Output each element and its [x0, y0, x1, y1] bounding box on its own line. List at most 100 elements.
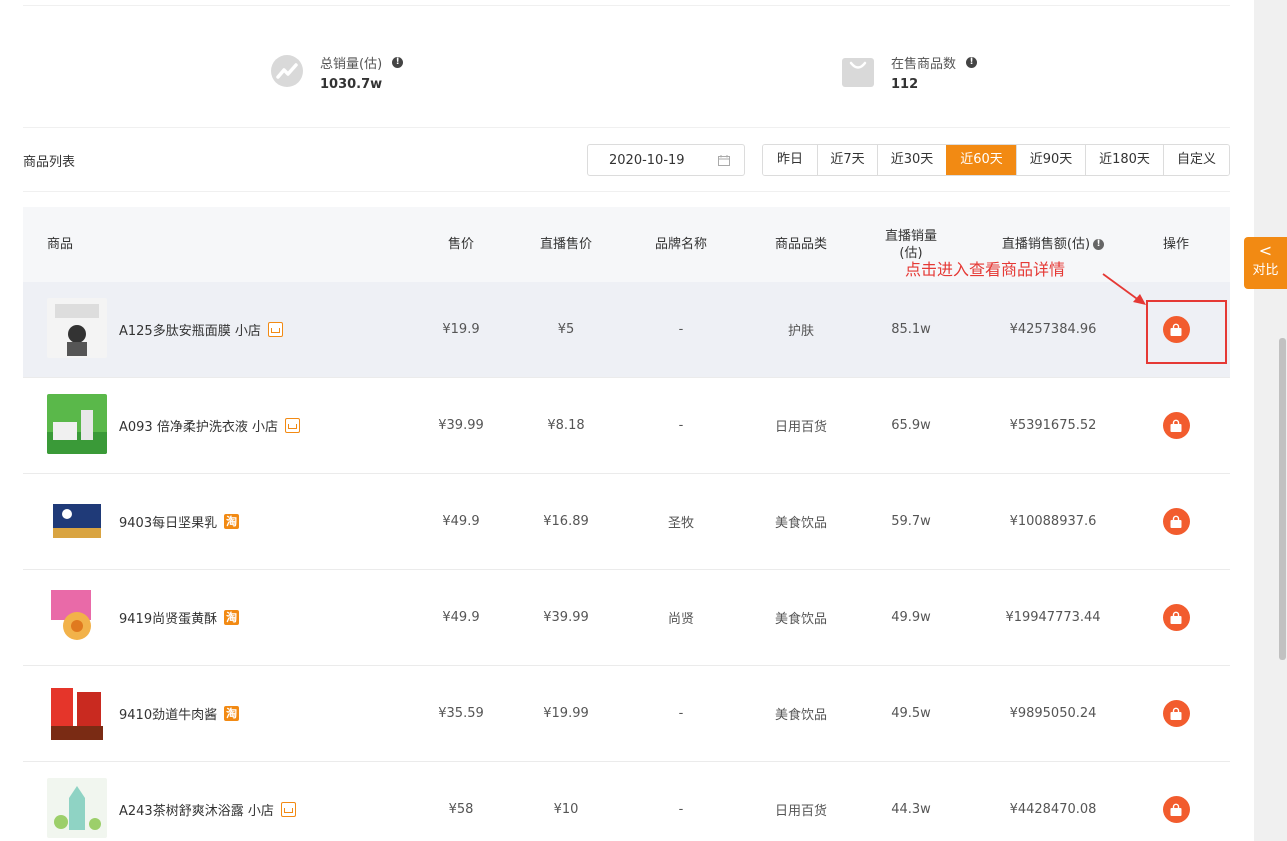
stat-value: 112	[891, 77, 919, 92]
cell-brand: -	[678, 706, 684, 721]
list-title: 商品列表	[23, 155, 76, 170]
product-image[interactable]	[47, 682, 107, 742]
cell-live-price: ¥8.18	[547, 418, 585, 433]
product-name-cell[interactable]: 9410劲道牛肉酱淘	[119, 666, 240, 761]
product-detail-button[interactable]	[1162, 796, 1190, 823]
cell-category: 日用百货	[774, 420, 827, 435]
table-body: A125多肽安瓶面膜 小店 ¥19.9 ¥5- 护肤 85.1w ¥4257384.96 A…	[23, 282, 1230, 841]
cell-live-revenue: ¥9895050.24	[1009, 706, 1097, 721]
shopping-bag-icon	[1170, 611, 1182, 624]
table-row[interactable]: 9410劲道牛肉酱淘 ¥35.59 ¥19.99 - 美食饮品 49.5w ¥9895050…	[23, 666, 1230, 762]
table-row[interactable]: 9419尚贤蛋黄酥淘 ¥49.9 ¥39.99 尚贤 美食饮品 49.9w ¥1994777…	[23, 570, 1230, 666]
product-image[interactable]	[47, 778, 107, 838]
shop-badge-icon	[267, 322, 283, 337]
cell-price: ¥49.9	[442, 610, 480, 625]
divider	[23, 191, 1230, 192]
annotation-highlight-box	[1146, 300, 1227, 364]
trend-icon	[271, 55, 303, 87]
cell-price: ¥19.9	[442, 322, 480, 337]
stat-label: 总销量(估)	[320, 56, 383, 72]
range-7-days[interactable]: 近7天	[817, 145, 877, 175]
cell-category: 美食饮品	[774, 516, 827, 531]
product-name[interactable]: 9403每日坚果乳	[119, 512, 217, 531]
cell-action	[1128, 666, 1224, 761]
col-action: 操作	[1162, 237, 1189, 252]
chevron-left-icon: <	[1258, 241, 1273, 260]
calendar-icon	[718, 154, 730, 166]
col-brand: 品牌名称	[654, 237, 707, 252]
date-range-selector: 昨日 近7天 近30天 近60天 近90天 近180天 自定义	[762, 144, 1230, 176]
stat-value: 1030.7w	[320, 77, 383, 92]
cell-live-revenue: ¥19947773.44	[1005, 610, 1101, 625]
cell-brand: -	[678, 802, 684, 817]
compare-tab-label: 对比	[1252, 263, 1279, 278]
shopping-bag-icon	[842, 58, 874, 87]
cell-price: ¥49.9	[442, 514, 480, 529]
stat-label: 在售商品数	[891, 56, 957, 72]
cell-action	[1128, 570, 1224, 665]
info-icon[interactable]: !	[392, 56, 404, 68]
cell-live-revenue: ¥5391675.52	[1009, 418, 1097, 433]
product-name[interactable]: A093 倍净柔护洗衣液 小店	[119, 416, 278, 435]
cell-live-price: ¥5	[557, 322, 575, 337]
date-picker[interactable]: 2020-10-19	[587, 144, 745, 176]
col-live-revenue-label: 直播销售额(估)	[1001, 237, 1091, 252]
range-60-days[interactable]: 近60天	[946, 145, 1016, 175]
cell-price: ¥35.59	[438, 706, 484, 721]
product-detail-button[interactable]	[1162, 508, 1190, 535]
range-90-days[interactable]: 近90天	[1016, 145, 1085, 175]
info-icon[interactable]: !	[1093, 239, 1105, 250]
divider	[23, 127, 1230, 128]
shop-badge-icon	[284, 418, 300, 433]
cell-action	[1128, 762, 1224, 841]
col-category: 商品品类	[774, 237, 827, 252]
product-name-cell[interactable]: 9419尚贤蛋黄酥淘	[119, 570, 240, 665]
cell-brand: -	[678, 322, 684, 337]
cell-category: 美食饮品	[774, 708, 827, 723]
col-live-price: 直播售价	[539, 237, 592, 252]
product-name[interactable]: 9419尚贤蛋黄酥	[119, 608, 217, 627]
range-180-days[interactable]: 近180天	[1085, 145, 1163, 175]
product-name[interactable]: 9410劲道牛肉酱	[119, 704, 217, 723]
product-image[interactable]	[47, 394, 107, 454]
product-name[interactable]: A243茶树舒爽沐浴露 小店	[119, 800, 274, 819]
shopping-bag-icon	[1170, 419, 1182, 432]
product-name-cell[interactable]: A243茶树舒爽沐浴露 小店	[119, 762, 296, 841]
cell-action	[1128, 378, 1224, 473]
cell-live-revenue: ¥10088937.6	[1009, 514, 1097, 529]
scrollbar-thumb[interactable]	[1279, 338, 1286, 660]
product-name-cell[interactable]: A125多肽安瓶面膜 小店	[119, 282, 283, 377]
cell-category: 日用百货	[774, 804, 827, 819]
cell-brand: -	[678, 418, 684, 433]
cell-live-sales: 65.9w	[891, 418, 931, 433]
table-row[interactable]: A093 倍净柔护洗衣液 小店 ¥39.99 ¥8.18 - 日用百货 65.9w ¥539…	[23, 378, 1230, 474]
product-name[interactable]: A125多肽安瓶面膜 小店	[119, 320, 261, 339]
product-detail-button[interactable]	[1162, 412, 1190, 439]
product-image[interactable]	[47, 586, 107, 646]
range-30-days[interactable]: 近30天	[877, 145, 946, 175]
product-detail-button[interactable]	[1162, 604, 1190, 631]
cell-live-sales: 49.9w	[891, 610, 931, 625]
product-image[interactable]	[47, 298, 107, 358]
table-row[interactable]: 9403每日坚果乳淘 ¥49.9 ¥16.89 圣牧 美食饮品 59.7w ¥1008893…	[23, 474, 1230, 570]
product-detail-button[interactable]	[1162, 700, 1190, 727]
range-yesterday[interactable]: 昨日	[763, 145, 817, 175]
table-row[interactable]: A125多肽安瓶面膜 小店 ¥19.9 ¥5 - 护肤 85.1w ¥4257384.96	[23, 282, 1230, 378]
divider	[23, 5, 1230, 6]
info-icon[interactable]: !	[966, 56, 978, 68]
taobao-badge-icon: 淘	[224, 610, 240, 625]
compare-tab[interactable]: < 对比	[1244, 237, 1287, 289]
cell-live-price: ¥39.99	[543, 610, 589, 625]
annotation-arrow-icon	[1102, 273, 1146, 305]
product-name-cell[interactable]: 9403每日坚果乳淘	[119, 474, 240, 569]
product-name-cell[interactable]: A093 倍净柔护洗衣液 小店	[119, 378, 300, 473]
shop-badge-icon	[280, 802, 296, 817]
shopping-bag-icon	[1170, 515, 1182, 528]
cell-brand: 圣牧	[667, 516, 694, 531]
table-row[interactable]: A243茶树舒爽沐浴露 小店 ¥58 ¥10 - 日用百货 44.3w ¥4428470.0…	[23, 762, 1230, 841]
product-image[interactable]	[47, 490, 107, 550]
cell-live-price: ¥16.89	[543, 514, 589, 529]
cell-live-sales: 49.5w	[891, 706, 931, 721]
cell-live-revenue: ¥4257384.96	[1009, 322, 1097, 337]
range-custom[interactable]: 自定义	[1163, 145, 1229, 175]
